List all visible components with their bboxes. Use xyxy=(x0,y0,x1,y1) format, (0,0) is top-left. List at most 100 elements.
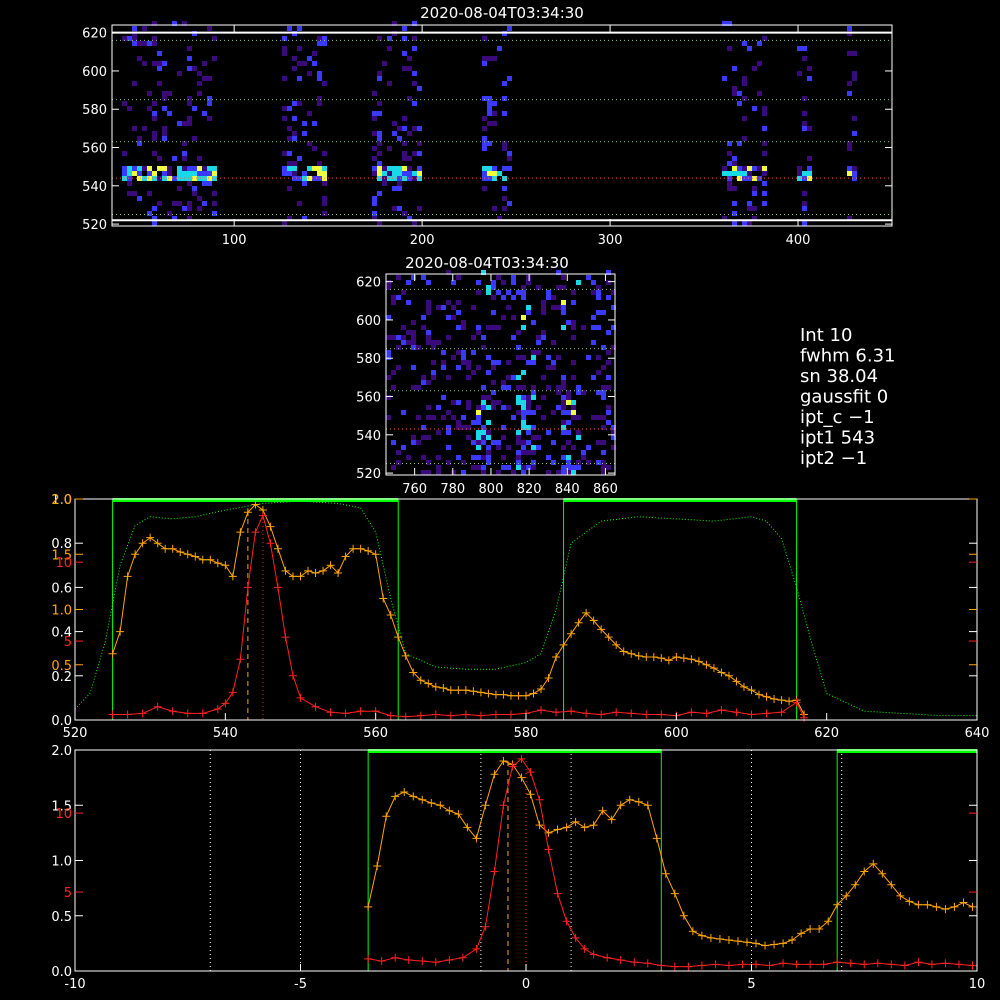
heatmap-cell xyxy=(481,435,486,440)
series-point xyxy=(806,925,815,934)
heatmap-cell xyxy=(411,345,416,350)
figure: 2020-08-04T03:34:30 100 200 300 40052054056… xyxy=(51,4,989,992)
heatmap-cell xyxy=(157,61,162,66)
heatmap-cell xyxy=(526,395,531,400)
heatmap-cell xyxy=(742,96,747,101)
heatmap-cell xyxy=(411,365,416,370)
heatmap-cell xyxy=(581,450,586,455)
series-point xyxy=(616,801,625,810)
heatmap-cell xyxy=(481,430,486,435)
series-point xyxy=(941,905,950,914)
series-point xyxy=(627,649,636,658)
series-point xyxy=(697,961,706,970)
heatmap-cell xyxy=(402,211,407,216)
heatmap-cell xyxy=(752,191,757,196)
heatmap-cell xyxy=(292,166,297,171)
heatmap-cell xyxy=(451,415,456,420)
heatmap-cell xyxy=(147,41,152,46)
heatmap-cell xyxy=(132,126,137,131)
heatmap-cell xyxy=(491,285,496,290)
series-point xyxy=(833,958,842,967)
heatmap-cell xyxy=(541,300,546,305)
heatmap-cell xyxy=(482,126,487,131)
heatmap-cell xyxy=(561,305,566,310)
heatmap-cell xyxy=(561,395,566,400)
heatmap-cell xyxy=(501,435,506,440)
heatmap-cell xyxy=(307,56,312,61)
heatmap-cell xyxy=(762,151,767,156)
heatmap-cell xyxy=(762,201,767,206)
series-point xyxy=(968,961,977,970)
heatmap-cell xyxy=(747,206,752,211)
heatmap-cell xyxy=(172,156,177,161)
heatmap-cell xyxy=(476,435,481,440)
heatmap-cell xyxy=(481,400,486,405)
heatmap-cell xyxy=(446,315,451,320)
heatmap-cell xyxy=(142,126,147,131)
heatmap-cell xyxy=(162,96,167,101)
heatmap-cell xyxy=(391,295,396,300)
heatmap-cell xyxy=(737,101,742,106)
heatmap-cell xyxy=(417,166,422,171)
heatmap-cell xyxy=(571,465,576,470)
heatmap-cell xyxy=(516,440,521,445)
heatmap-cell xyxy=(441,360,446,365)
heatmap-cell xyxy=(207,171,212,176)
heatmap-cell xyxy=(481,455,486,460)
heatmap-cell xyxy=(167,211,172,216)
heatmap-cell xyxy=(402,151,407,156)
series-point xyxy=(702,660,711,669)
heatmap-cell xyxy=(157,81,162,86)
heatmap-cell xyxy=(802,46,807,51)
heatmap-cell xyxy=(122,166,127,171)
zoom-spectrogram-panel: 2020-08-04T03:34:30 760 780 800 820 840 860 52… xyxy=(356,254,618,497)
heatmap-cell xyxy=(507,166,512,171)
heatmap-cell xyxy=(516,330,521,335)
heatmap-cell xyxy=(752,106,757,111)
series-point xyxy=(386,711,395,720)
heatmap-cell xyxy=(516,395,521,400)
heatmap-cell xyxy=(491,400,496,405)
heatmap-cell xyxy=(516,400,521,405)
series-point xyxy=(724,671,733,680)
heatmap-cell xyxy=(762,166,767,171)
heatmap-cell xyxy=(576,460,581,465)
heatmap-cell xyxy=(556,305,561,310)
heatmap-cell xyxy=(192,186,197,191)
series-point xyxy=(552,653,561,662)
series-point xyxy=(243,583,252,592)
heatmap-cell xyxy=(297,76,302,81)
heatmap-cell xyxy=(847,171,852,176)
heatmap-cell xyxy=(466,375,471,380)
heatmap-cell xyxy=(292,136,297,141)
series-point xyxy=(341,709,350,718)
heatmap-cell xyxy=(566,395,571,400)
heatmap-cell xyxy=(497,46,502,51)
heatmap-cell xyxy=(187,46,192,51)
heatmap-cell xyxy=(747,176,752,181)
heatmap-cell xyxy=(392,206,397,211)
heatmap-cell xyxy=(396,335,401,340)
heatmap-cell xyxy=(292,171,297,176)
heatmap-cell xyxy=(162,171,167,176)
y-tick-label: 0.0 xyxy=(51,965,72,980)
heatmap-cell xyxy=(152,206,157,211)
series-point xyxy=(228,688,237,697)
y-tick-label: 5 xyxy=(64,635,72,650)
series-point xyxy=(770,695,779,704)
heatmap-cell xyxy=(737,176,742,181)
heatmap-cell xyxy=(752,186,757,191)
heatmap-cell xyxy=(481,345,486,350)
heatmap-cell xyxy=(456,350,461,355)
heatmap-cell xyxy=(762,171,767,176)
heatmap-cell xyxy=(737,171,742,176)
series-point xyxy=(553,889,562,898)
heatmap-cell xyxy=(446,445,451,450)
heatmap-cell xyxy=(187,181,192,186)
heatmap-cell xyxy=(416,385,421,390)
heatmap-cell xyxy=(566,430,571,435)
heatmap-cell xyxy=(426,435,431,440)
heatmap-cell xyxy=(386,315,391,320)
heatmap-cell xyxy=(297,61,302,66)
heatmap-cell xyxy=(292,56,297,61)
